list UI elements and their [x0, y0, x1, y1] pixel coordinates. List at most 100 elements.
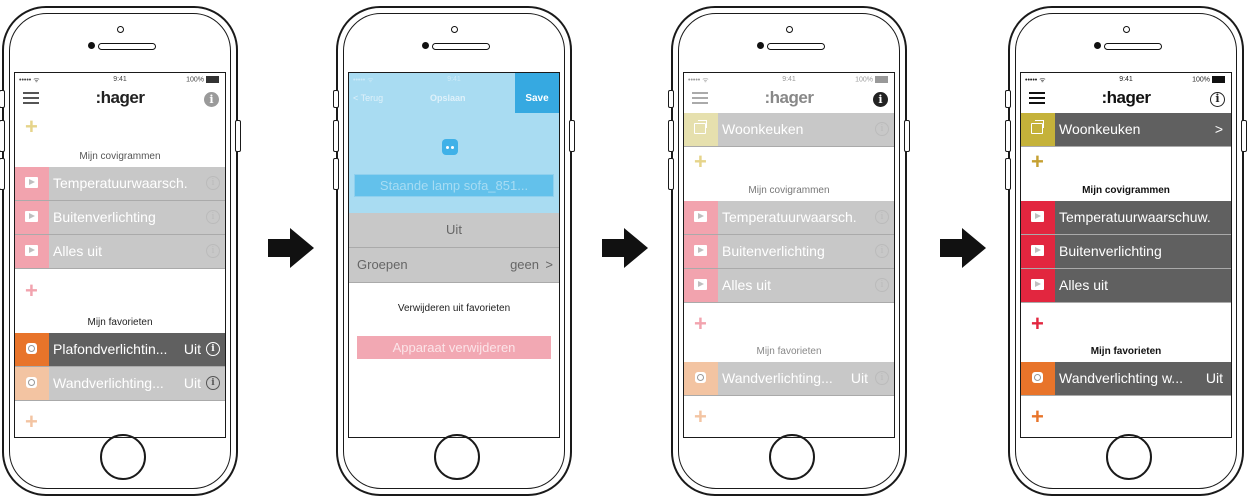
row-info-icon[interactable]: i: [875, 210, 889, 224]
row-info-icon[interactable]: i: [206, 342, 220, 356]
volume-up-button: [333, 120, 339, 152]
add-covigram-button[interactable]: +: [1031, 313, 1044, 335]
mute-switch: [0, 90, 5, 108]
covigram-row[interactable]: Buitenverlichting i: [684, 235, 894, 269]
covigram-row[interactable]: Buitenverlichting i: [15, 201, 225, 235]
screen-3: ••••• ᯤ 9:41 100% :hager i Woonkeuken i …: [683, 72, 895, 438]
screen-1: ••••• ᯤ 9:41 100% :hager i + Mijn covigr…: [14, 72, 226, 438]
add-room-button[interactable]: +: [25, 116, 38, 138]
add-covigram-button[interactable]: +: [694, 313, 707, 335]
covigram-play-icon: [1021, 201, 1055, 234]
add-room-button[interactable]: +: [694, 151, 707, 173]
covigram-label: Buitenverlichting: [722, 243, 825, 259]
sensor: [786, 26, 793, 33]
section-covigrams: Mijn covigrammen: [79, 151, 161, 162]
speaker: [98, 43, 156, 50]
socket-icon: [442, 139, 458, 155]
covigram-label: Buitenverlichting: [1059, 243, 1162, 259]
row-info-icon[interactable]: i: [206, 176, 220, 190]
row-info-icon[interactable]: i: [875, 371, 889, 385]
row-info-icon[interactable]: i: [206, 244, 220, 258]
covigram-row[interactable]: Buitenverlichting: [1021, 235, 1231, 269]
light-icon: [15, 333, 49, 366]
sensor: [1123, 26, 1130, 33]
camera: [1094, 42, 1101, 49]
add-room-button[interactable]: +: [1031, 151, 1044, 173]
covigram-row[interactable]: Temperatuurwaarsch. i: [684, 201, 894, 235]
battery-indicator: 100%: [1192, 76, 1225, 83]
covigram-row[interactable]: Temperatuurwaarsch. i: [15, 167, 225, 201]
covigram-play-icon: [684, 201, 718, 234]
row-info-icon[interactable]: i: [206, 210, 220, 224]
row-info-icon[interactable]: i: [875, 244, 889, 258]
row-info-icon[interactable]: i: [206, 376, 220, 390]
switch-state-row[interactable]: Uit: [349, 213, 559, 248]
row-info-icon[interactable]: i: [875, 122, 889, 136]
save-button[interactable]: 100% Save: [515, 73, 559, 113]
volume-down-button: [0, 158, 5, 190]
battery-indicator: 100%: [186, 76, 219, 83]
remove-device-button[interactable]: Apparaat verwijderen: [357, 336, 551, 359]
home-button[interactable]: [434, 434, 480, 480]
battery-icon: [875, 76, 888, 83]
favorite-label: Plafondverlichtin...: [53, 341, 168, 357]
favorite-row[interactable]: Plafondverlichtin... Uit i: [15, 333, 225, 367]
covigram-play-icon: [684, 269, 718, 302]
battery-text: 100%: [186, 76, 204, 84]
favorite-state: Uit: [183, 375, 201, 391]
room-row[interactable]: Woonkeuken i: [684, 113, 894, 147]
home-button[interactable]: [1106, 434, 1152, 480]
speaker: [1104, 43, 1162, 50]
device-name-input[interactable]: Staande lamp sofa_851...: [354, 174, 554, 197]
covigram-row[interactable]: Alles uit i: [684, 269, 894, 303]
covigram-label: Temperatuurwaarsch.: [722, 209, 857, 225]
favorite-state: Uit: [183, 341, 201, 357]
add-favorite-button[interactable]: +: [1031, 406, 1044, 428]
back-button[interactable]: < Terug: [353, 93, 383, 103]
page-title: Opslaan: [430, 93, 466, 103]
power-button: [1241, 120, 1247, 152]
phone-3: ••••• ᯤ 9:41 100% :hager i Woonkeuken i …: [668, 6, 910, 496]
home-button[interactable]: [769, 434, 815, 480]
info-icon[interactable]: i: [204, 92, 219, 107]
row-info-icon[interactable]: i: [875, 278, 889, 292]
covigram-row[interactable]: Alles uit i: [15, 235, 225, 269]
power-button: [904, 120, 910, 152]
light-icon: [15, 367, 49, 400]
info-icon[interactable]: i: [873, 92, 888, 107]
volume-up-button: [668, 120, 674, 152]
add-favorite-button[interactable]: +: [694, 406, 707, 428]
groups-row[interactable]: Groepen geen >: [349, 248, 559, 283]
battery-text: 100%: [1192, 76, 1210, 84]
covigram-label: Alles uit: [53, 243, 103, 259]
mute-switch: [1005, 90, 1011, 108]
favorite-row[interactable]: Wandverlichting w... Uit: [1021, 362, 1231, 396]
favorite-row[interactable]: Wandverlichting... Uit i: [15, 367, 225, 401]
room-icon: [684, 113, 718, 146]
battery-text: 100%: [855, 76, 873, 84]
covigram-label: Alles uit: [1059, 277, 1109, 293]
add-favorite-button[interactable]: +: [25, 411, 38, 433]
home-button[interactable]: [100, 434, 146, 480]
covigram-play-icon: [684, 235, 718, 268]
room-label: Woonkeuken: [1059, 121, 1141, 137]
section-favorites: Mijn favorieten: [87, 317, 153, 328]
room-icon: [1021, 113, 1055, 146]
chevron-right-icon: >: [545, 257, 553, 272]
light-icon: [1021, 362, 1055, 395]
hager-logo: :hager: [95, 88, 145, 107]
covigram-play-icon: [1021, 269, 1055, 302]
favorite-row[interactable]: Wandverlichting... Uit i: [684, 362, 894, 396]
covigram-play-icon: [15, 167, 49, 200]
room-row[interactable]: Woonkeuken >: [1021, 113, 1231, 147]
info-icon[interactable]: i: [1210, 92, 1225, 107]
sensor: [451, 26, 458, 33]
covigram-row[interactable]: Alles uit: [1021, 269, 1231, 303]
covigram-row[interactable]: Temperatuurwaarschuw.: [1021, 201, 1231, 235]
remove-title: Verwijderen uit favorieten: [397, 303, 511, 314]
sensor: [117, 26, 124, 33]
screen-4: ••••• ᯤ 9:41 100% :hager i Woonkeuken > …: [1020, 72, 1232, 438]
add-covigram-button[interactable]: +: [25, 280, 38, 302]
volume-up-button: [0, 120, 5, 152]
favorite-state: Uit: [1205, 370, 1223, 386]
